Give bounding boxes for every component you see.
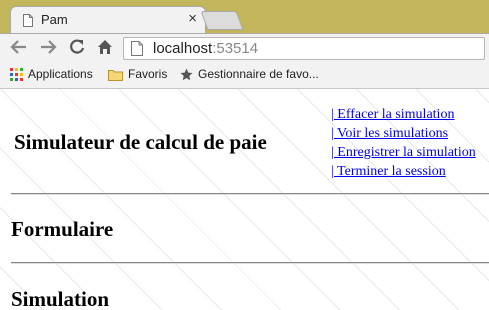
page-title: Simulateur de calcul de paie <box>14 130 267 154</box>
url-port: :53514 <box>212 40 259 57</box>
home-icon <box>98 40 112 54</box>
section-heading-simulation: Simulation <box>11 287 110 310</box>
divider <box>11 262 489 264</box>
section-heading-form: Formulaire <box>11 217 114 241</box>
bookmark-label: Favoris <box>128 67 168 81</box>
link-save-simulation[interactable]: | Enregistrer la simulation <box>331 143 476 162</box>
tab-close-icon[interactable]: × <box>188 10 197 27</box>
star-icon <box>180 68 193 81</box>
reload-button[interactable] <box>66 38 88 60</box>
forward-button[interactable] <box>37 38 59 60</box>
back-button[interactable] <box>8 38 30 60</box>
address-bar[interactable]: localhost:53514 <box>123 37 485 60</box>
bookmark-applications[interactable]: Applications <box>10 67 93 82</box>
url-host: localhost <box>153 40 213 57</box>
bookmark-favoris[interactable]: Favoris <box>108 67 167 81</box>
bookmark-label: Gestionnaire de favo... <box>198 67 319 81</box>
bookmark-label: Applications <box>28 67 93 81</box>
link-end-session[interactable]: | Terminer la session <box>331 162 476 181</box>
home-button[interactable] <box>94 38 116 60</box>
url-text: localhost:53514 <box>153 40 258 57</box>
browser-tab[interactable]: Pam × <box>10 6 206 34</box>
tab-title: Pam <box>41 12 68 27</box>
link-clear-simulation[interactable]: | Effacer la simulation <box>331 105 476 124</box>
divider <box>11 193 489 195</box>
forward-arrow-icon <box>41 40 57 54</box>
bookmark-gestionnaire[interactable]: Gestionnaire de favo... <box>180 67 319 81</box>
back-arrow-icon <box>10 40 26 54</box>
link-view-simulations[interactable]: | Voir les simulations <box>331 124 476 143</box>
new-tab-button[interactable] <box>200 11 244 30</box>
browser-titlebar: Pam × <box>0 0 489 34</box>
menu-links: | Effacer la simulation | Voir les simul… <box>331 105 476 181</box>
folder-icon <box>108 69 123 81</box>
apps-grid-icon <box>10 68 23 82</box>
page-content: Simulateur de calcul de paie | Effacer l… <box>0 89 489 310</box>
bookmarks-bar: Applications Favoris Gestionnaire de fav… <box>0 63 489 89</box>
page-icon <box>131 41 143 56</box>
reload-icon <box>70 39 85 54</box>
page-icon <box>23 14 33 27</box>
browser-toolbar: localhost:53514 <box>0 33 489 64</box>
